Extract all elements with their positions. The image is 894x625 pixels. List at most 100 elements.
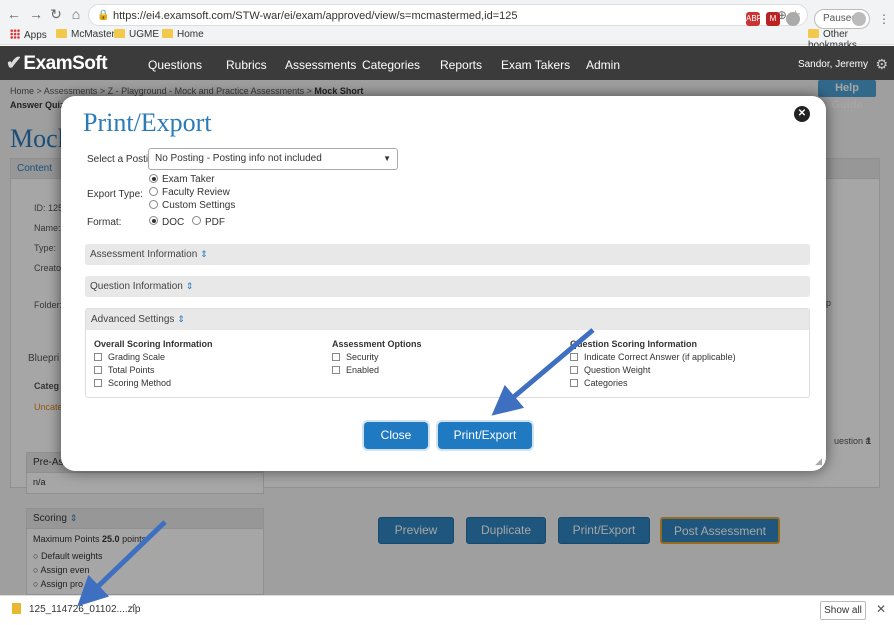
- checkbox[interactable]: [94, 353, 102, 361]
- modal-title: Print/Export: [83, 108, 212, 137]
- radio-custom-settings[interactable]: [149, 200, 158, 209]
- nav-reports[interactable]: Reports: [440, 58, 482, 72]
- chevron-up-icon[interactable]: ^: [132, 603, 137, 614]
- checkbox-enabled[interactable]: Enabled: [332, 365, 379, 375]
- checkbox-grading-scale[interactable]: Grading Scale: [94, 352, 165, 362]
- examsoft-logo[interactable]: ✔ ExamSoft: [6, 52, 108, 75]
- bookmark-label: Home: [177, 29, 204, 40]
- print-export-button[interactable]: Print/Export: [438, 422, 532, 449]
- adblock-icon[interactable]: ABP: [746, 12, 762, 26]
- bookmark-label: McMaster: [71, 29, 115, 40]
- checkbox[interactable]: [332, 353, 340, 361]
- checkbox[interactable]: [570, 366, 578, 374]
- radio-faculty-review[interactable]: [149, 187, 158, 196]
- url-text: https://ei4.examsoft.com/STW-war/ei/exam…: [113, 10, 518, 22]
- gear-icon[interactable]: ⚙: [875, 56, 888, 73]
- format-pdf[interactable]: PDF: [205, 217, 225, 228]
- download-filename: 125_114726_01102....zip: [29, 604, 141, 615]
- assessment-options-heading: Assessment Options: [332, 339, 422, 349]
- logo-text: ExamSoft: [23, 53, 108, 74]
- bookmark-label: Apps: [24, 30, 47, 41]
- collapse-icon[interactable]: ⇕: [177, 314, 185, 325]
- section-label: Assessment Information: [90, 249, 198, 260]
- export-type-custom-settings[interactable]: Custom Settings: [162, 200, 235, 211]
- checkbox-indicate-correct[interactable]: Indicate Correct Answer (if applicable): [570, 352, 736, 362]
- checkbox-categories[interactable]: Categories: [570, 378, 628, 388]
- section-label: Question Information: [90, 281, 183, 292]
- folder-icon: [114, 29, 125, 38]
- bookmark-mcmaster[interactable]: McMaster: [56, 29, 115, 40]
- lock-icon: 🔒: [97, 10, 110, 21]
- kebab-menu-icon[interactable]: ⋮: [878, 12, 890, 26]
- close-download-bar-icon[interactable]: ✕: [876, 602, 886, 616]
- nav-assessments[interactable]: Assessments: [285, 58, 356, 72]
- export-type-exam-taker[interactable]: Exam Taker: [162, 174, 215, 185]
- posting-select[interactable]: No Posting - Posting info not included ▼: [148, 148, 398, 170]
- posting-selected-value: No Posting - Posting info not included: [155, 153, 322, 164]
- chevron-down-icon: ▼: [383, 154, 391, 163]
- user-name[interactable]: Sandor, Jeremy: [798, 59, 868, 70]
- apps-grid-icon: [10, 29, 20, 39]
- format-label: Format:: [87, 217, 122, 228]
- forward-icon[interactable]: →: [28, 6, 44, 22]
- checkbox-label: Indicate Correct Answer (if applicable): [584, 352, 736, 362]
- section-label: Advanced Settings: [91, 314, 175, 325]
- show-all-button[interactable]: Show all: [820, 601, 866, 620]
- back-icon[interactable]: ←: [6, 6, 22, 22]
- bookmark-ugme[interactable]: UGME: [114, 29, 159, 40]
- checkbox-security[interactable]: Security: [332, 352, 379, 362]
- checkbox-label: Grading Scale: [108, 352, 166, 362]
- download-item[interactable]: 125_114726_01102....zip: [12, 603, 140, 615]
- expand-icon[interactable]: ⇕: [200, 249, 208, 260]
- bookmark-apps[interactable]: Apps: [10, 29, 47, 41]
- radio-pdf[interactable]: [192, 216, 201, 225]
- radio-exam-taker[interactable]: [149, 174, 158, 183]
- address-row: ← → ↻ ⌂ 🔒 https://ei4.examsoft.com/STW-w…: [0, 4, 894, 29]
- home-icon[interactable]: ⌂: [68, 6, 84, 22]
- download-bar: 125_114726_01102....zip ^ Show all ✕: [0, 595, 894, 625]
- checkbox[interactable]: [94, 366, 102, 374]
- profile-button[interactable]: Paused: [814, 9, 870, 29]
- nav-questions[interactable]: Questions: [148, 58, 202, 72]
- nav-exam-takers[interactable]: Exam Takers: [501, 58, 570, 72]
- section-title: Advanced Settings ⇕: [91, 314, 185, 325]
- extension-circle-icon[interactable]: [786, 12, 800, 26]
- nav-admin[interactable]: Admin: [586, 58, 620, 72]
- checkbox[interactable]: [94, 379, 102, 387]
- checkbox-total-points[interactable]: Total Points: [94, 365, 155, 375]
- checkbox-label: Question Weight: [584, 365, 651, 375]
- checkbox[interactable]: [332, 366, 340, 374]
- close-icon[interactable]: ✕: [794, 106, 810, 122]
- app-navbar: ✔ ExamSoft Questions Rubrics Assessments …: [0, 46, 894, 80]
- section-title: Assessment Information ⇕: [90, 249, 208, 260]
- expand-icon[interactable]: ⇕: [186, 281, 194, 292]
- folder-icon: [56, 29, 67, 38]
- export-type-faculty-review[interactable]: Faculty Review: [162, 187, 230, 198]
- overall-scoring-heading: Overall Scoring Information: [94, 339, 213, 349]
- close-button[interactable]: Close: [364, 422, 428, 449]
- checkbox[interactable]: [570, 353, 578, 361]
- checkbox-label: Security: [346, 352, 379, 362]
- resize-handle-icon[interactable]: ◢: [815, 456, 822, 467]
- zip-file-icon: [12, 603, 21, 614]
- format-doc[interactable]: DOC: [162, 217, 184, 228]
- bookmarks-bar: Apps McMaster UGME Home Other bookmarks: [0, 28, 894, 51]
- nav-categories[interactable]: Categories: [362, 58, 420, 72]
- section-assessment-information[interactable]: Assessment Information ⇕: [85, 244, 810, 265]
- url-bar[interactable]: 🔒 https://ei4.examsoft.com/STW-war/ei/ex…: [88, 4, 808, 26]
- folder-icon: [808, 29, 819, 38]
- checkbox-scoring-method[interactable]: Scoring Method: [94, 378, 171, 388]
- radio-doc[interactable]: [149, 216, 158, 225]
- bookmark-label: UGME: [129, 29, 159, 40]
- section-question-information[interactable]: Question Information ⇕: [85, 276, 810, 297]
- extension-m-icon[interactable]: M: [766, 12, 780, 26]
- checkbox[interactable]: [570, 379, 578, 387]
- reload-icon[interactable]: ↻: [48, 6, 64, 22]
- bookmark-home[interactable]: Home: [162, 29, 204, 40]
- question-scoring-heading: Question Scoring Information: [570, 339, 698, 349]
- export-type-label: Export Type:: [87, 189, 143, 200]
- nav-rubrics[interactable]: Rubrics: [226, 58, 267, 72]
- advanced-settings-header[interactable]: Advanced Settings ⇕: [86, 309, 809, 330]
- advanced-settings: Advanced Settings ⇕ Overall Scoring Infor…: [85, 308, 810, 398]
- checkbox-question-weight[interactable]: Question Weight: [570, 365, 650, 375]
